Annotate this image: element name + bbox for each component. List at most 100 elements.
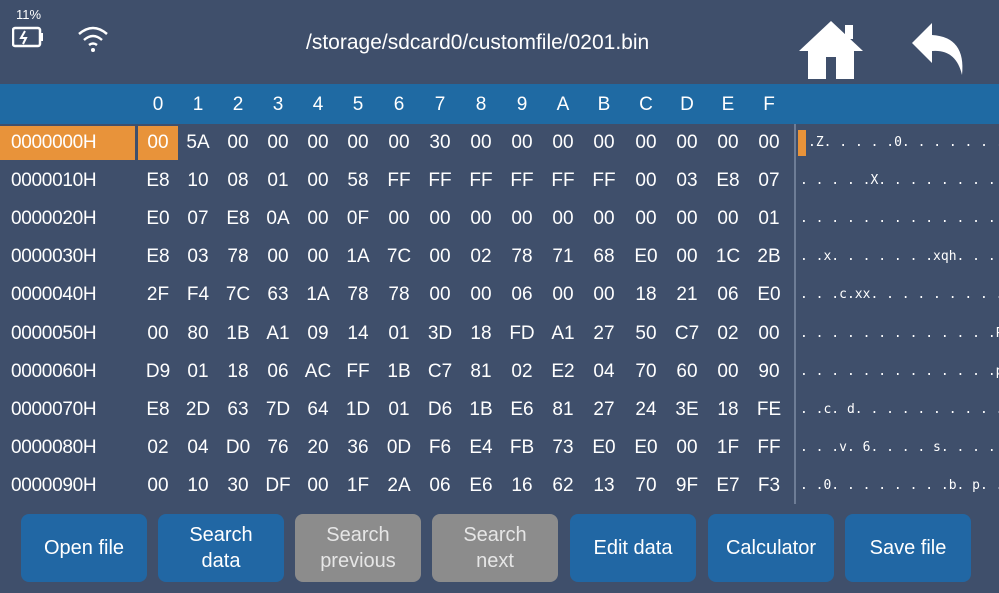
hex-byte-cell[interactable]: 00 — [543, 126, 583, 160]
hex-byte-cell[interactable]: 70 — [626, 469, 666, 503]
hex-byte-cell[interactable]: 1A — [298, 278, 338, 312]
ascii-column[interactable]: . . . . . . . . . . . . .P. . . — [798, 317, 999, 351]
hex-byte-cell[interactable]: FF — [543, 164, 583, 198]
hex-byte-cell[interactable]: 03 — [178, 240, 218, 274]
hex-byte-cell[interactable]: 00 — [584, 202, 624, 236]
hex-byte-cell[interactable]: 00 — [258, 240, 298, 274]
hex-byte-cell[interactable]: 7C — [218, 278, 258, 312]
hex-byte-cell[interactable]: 01 — [258, 164, 298, 198]
row-address[interactable]: 0000050H — [0, 317, 135, 351]
hex-byte-cell[interactable]: 73 — [543, 431, 583, 465]
hex-byte-cell[interactable]: E7 — [708, 469, 748, 503]
hex-byte-cell[interactable]: F3 — [749, 469, 789, 503]
hex-byte-cell[interactable]: 00 — [626, 202, 666, 236]
hex-byte-cell[interactable]: FF — [502, 164, 542, 198]
row-address[interactable]: 0000060H — [0, 355, 135, 389]
hex-byte-cell[interactable]: 00 — [461, 202, 501, 236]
hex-byte-cell[interactable]: FF — [749, 431, 789, 465]
hex-byte-cell[interactable]: 00 — [543, 278, 583, 312]
hex-byte-cell[interactable]: 63 — [258, 278, 298, 312]
hex-byte-cell[interactable]: 00 — [584, 126, 624, 160]
hex-byte-cell[interactable]: 30 — [218, 469, 258, 503]
hex-byte-cell[interactable]: E4 — [461, 431, 501, 465]
hex-byte-cell[interactable]: 2B — [749, 240, 789, 274]
hex-byte-cell[interactable]: E6 — [502, 393, 542, 427]
home-icon[interactable] — [795, 17, 867, 81]
hex-byte-cell[interactable]: 00 — [708, 355, 748, 389]
hex-byte-cell[interactable]: 90 — [749, 355, 789, 389]
hex-byte-cell[interactable]: 09 — [298, 317, 338, 351]
hex-byte-cell[interactable]: 00 — [298, 202, 338, 236]
hex-byte-cell[interactable]: FF — [584, 164, 624, 198]
hex-byte-cell[interactable]: 1F — [338, 469, 378, 503]
hex-byte-cell[interactable]: 78 — [338, 278, 378, 312]
hex-byte-cell[interactable]: 01 — [379, 317, 419, 351]
hex-byte-cell[interactable]: E0 — [138, 202, 178, 236]
hex-byte-cell[interactable]: F4 — [178, 278, 218, 312]
hex-byte-cell[interactable]: 3D — [420, 317, 460, 351]
hex-byte-cell[interactable]: 64 — [298, 393, 338, 427]
hex-byte-cell[interactable]: 27 — [584, 393, 624, 427]
hex-byte-cell[interactable]: 62 — [543, 469, 583, 503]
hex-byte-cell[interactable]: 63 — [218, 393, 258, 427]
hex-byte-cell[interactable]: DF — [258, 469, 298, 503]
hex-byte-cell[interactable]: 02 — [708, 317, 748, 351]
hex-byte-cell[interactable]: 60 — [667, 355, 707, 389]
hex-byte-cell[interactable]: 1D — [338, 393, 378, 427]
ascii-column[interactable]: . .c. d. . . . . . . . . . . . — [798, 393, 999, 427]
hex-byte-cell[interactable]: 01 — [379, 393, 419, 427]
hex-byte-cell[interactable]: 00 — [543, 202, 583, 236]
hex-byte-cell[interactable]: A1 — [543, 317, 583, 351]
hex-byte-cell[interactable]: E0 — [626, 431, 666, 465]
hex-byte-cell[interactable]: 00 — [749, 126, 789, 160]
hex-byte-cell[interactable]: 04 — [584, 355, 624, 389]
row-address[interactable]: 0000010H — [0, 164, 135, 198]
hex-byte-cell[interactable]: 24 — [626, 393, 666, 427]
ascii-column[interactable]: . . .c.xx. . . . . . . . . . — [798, 278, 999, 312]
hex-byte-cell[interactable]: 00 — [298, 126, 338, 160]
hex-byte-cell[interactable]: E0 — [584, 431, 624, 465]
hex-byte-cell[interactable]: E8 — [218, 202, 258, 236]
hex-byte-cell[interactable]: 00 — [667, 202, 707, 236]
hex-byte-cell[interactable]: 1F — [708, 431, 748, 465]
hex-byte-cell[interactable]: A1 — [258, 317, 298, 351]
hex-byte-cell[interactable]: D9 — [138, 355, 178, 389]
hex-byte-cell[interactable]: AC — [298, 355, 338, 389]
ascii-column[interactable]: . . . . .X. . . . . . . . . . — [798, 164, 999, 198]
hex-byte-cell[interactable]: 00 — [626, 164, 666, 198]
hex-byte-cell[interactable]: 01 — [749, 202, 789, 236]
hex-byte-cell[interactable]: 00 — [138, 126, 178, 160]
hex-byte-cell[interactable]: 00 — [138, 469, 178, 503]
row-address[interactable]: 0000000H — [0, 126, 135, 160]
hex-byte-cell[interactable]: 1B — [461, 393, 501, 427]
hex-byte-cell[interactable]: 78 — [218, 240, 258, 274]
hex-byte-cell[interactable]: 13 — [584, 469, 624, 503]
hex-byte-cell[interactable]: E0 — [626, 240, 666, 274]
hex-byte-cell[interactable]: 00 — [379, 126, 419, 160]
hex-byte-cell[interactable]: D6 — [420, 393, 460, 427]
hex-byte-cell[interactable]: 3E — [667, 393, 707, 427]
hex-byte-cell[interactable]: 27 — [584, 317, 624, 351]
hex-byte-cell[interactable]: FF — [420, 164, 460, 198]
ascii-column[interactable]: . .0. . . . . . . .b. p. . . . — [798, 469, 999, 503]
hex-byte-cell[interactable]: 70 — [626, 355, 666, 389]
edit-data-button[interactable]: Edit data — [570, 514, 696, 582]
hex-byte-cell[interactable]: 00 — [502, 126, 542, 160]
hex-byte-cell[interactable]: 78 — [379, 278, 419, 312]
hex-byte-cell[interactable]: 08 — [218, 164, 258, 198]
hex-byte-cell[interactable]: 06 — [708, 278, 748, 312]
hex-byte-cell[interactable]: 00 — [626, 126, 666, 160]
ascii-column[interactable]: .Z. . . . .0. . . . . . . . — [798, 126, 999, 160]
hex-byte-cell[interactable]: 00 — [667, 126, 707, 160]
row-address[interactable]: 0000020H — [0, 202, 135, 236]
hex-byte-cell[interactable]: 0F — [338, 202, 378, 236]
row-address[interactable]: 0000080H — [0, 431, 135, 465]
hex-byte-cell[interactable]: 2A — [379, 469, 419, 503]
hex-byte-cell[interactable]: 0A — [258, 202, 298, 236]
open-file-button[interactable]: Open file — [21, 514, 147, 582]
search-data-button[interactable]: Search data — [158, 514, 284, 582]
hex-byte-cell[interactable]: 9F — [667, 469, 707, 503]
hex-byte-cell[interactable]: 7D — [258, 393, 298, 427]
hex-byte-cell[interactable]: 00 — [708, 126, 748, 160]
hex-byte-cell[interactable]: 18 — [626, 278, 666, 312]
